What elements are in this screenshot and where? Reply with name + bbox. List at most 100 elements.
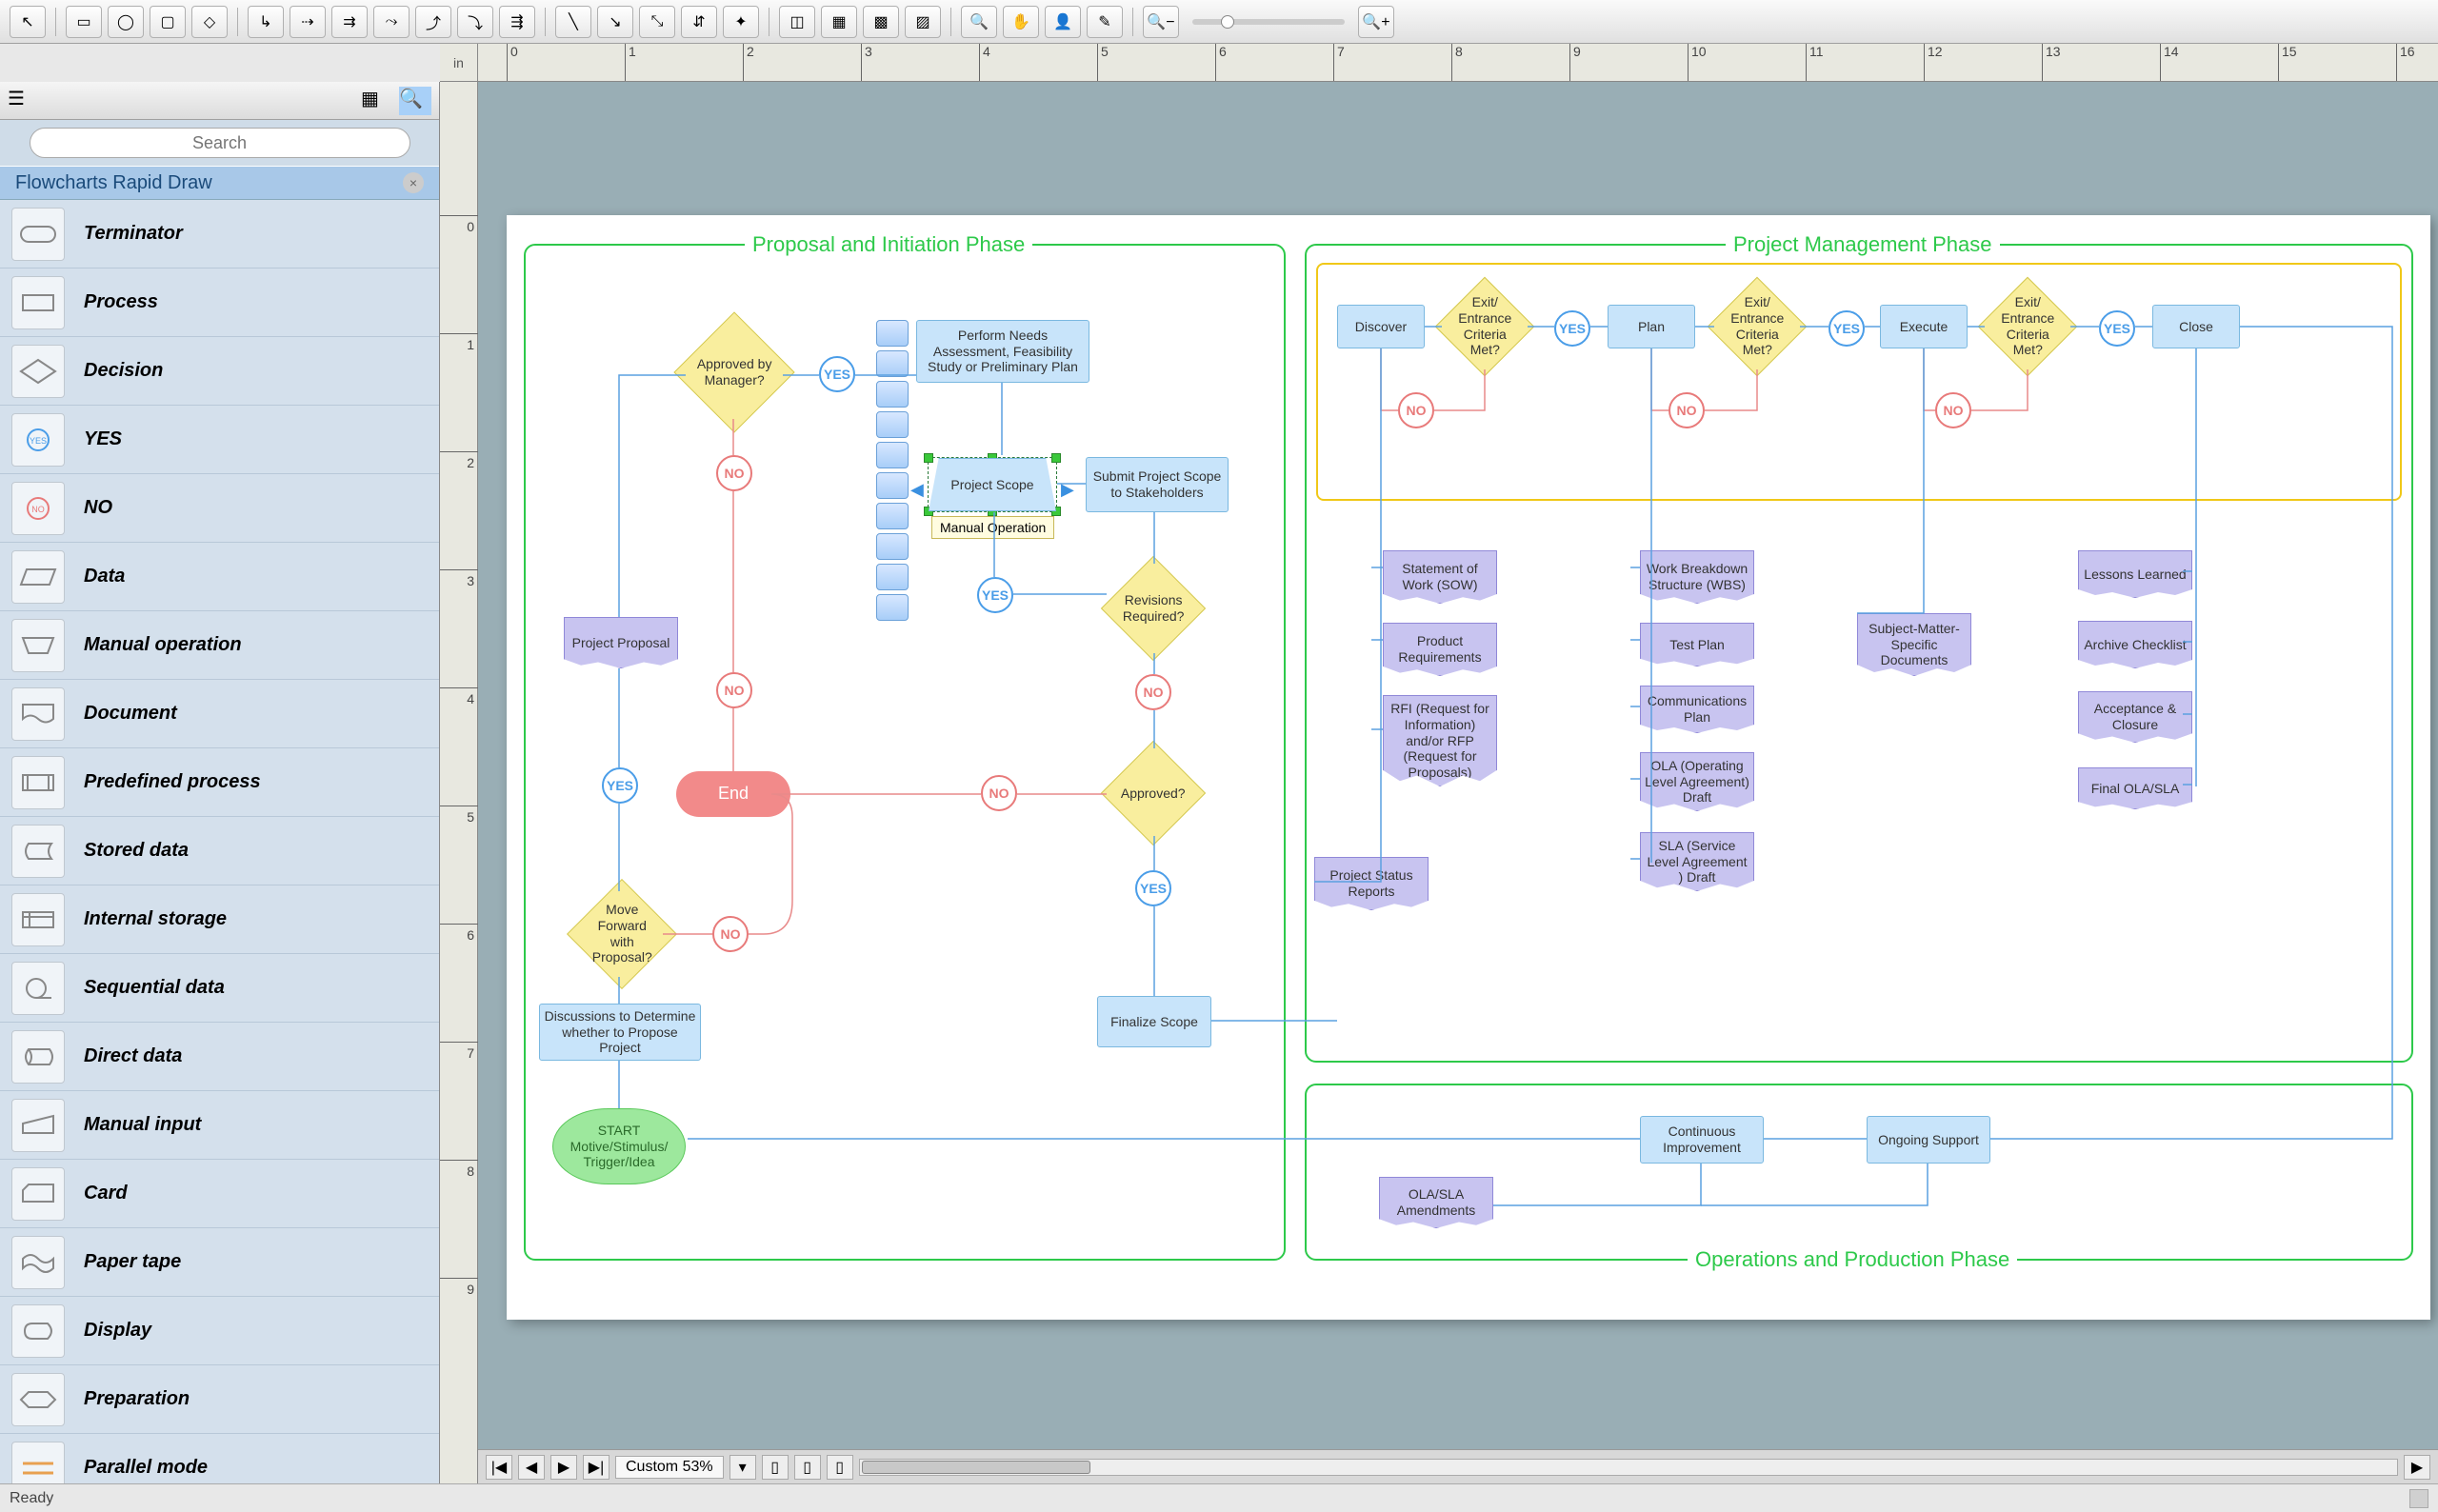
doc-rfi[interactable]: RFI (Request for Information) and/or RFP… [1383,695,1497,786]
node-end[interactable]: End [676,771,790,817]
shape-item[interactable]: Display [0,1297,439,1365]
ctx-shape-2-icon[interactable] [876,350,909,377]
zoom-tool-icon[interactable]: 🔍 [961,6,997,38]
doc-sow[interactable]: Statement of Work (SOW) [1383,550,1497,604]
scroll-last-icon[interactable]: ▶| [583,1455,610,1480]
shape-item[interactable]: Document [0,680,439,748]
shape-item[interactable]: Card [0,1160,439,1228]
scroll-prev-icon[interactable]: ◀ [518,1455,545,1480]
panel-search-icon[interactable]: 🔍 [399,87,431,115]
ctx-shape-10-icon[interactable] [876,594,909,621]
node-ongoing[interactable]: Ongoing Support [1867,1116,1990,1164]
zoom-out-icon[interactable]: 🔍− [1143,6,1179,38]
node-discover[interactable]: Discover [1337,305,1425,348]
shape-item[interactable]: Manual operation [0,611,439,680]
node-close[interactable]: Close [2152,305,2240,348]
ellipse-tool-icon[interactable]: ◯ [108,6,144,38]
shape-item[interactable]: Preparation [0,1365,439,1434]
connector-tool-7-icon[interactable]: ⇶ [499,6,535,38]
scroll-right-icon[interactable]: ▶ [2404,1455,2430,1480]
doc-projprop[interactable]: Project Proposal [564,617,678,668]
node-finalize[interactable]: Finalize Scope [1097,996,1211,1047]
search-input[interactable] [30,128,410,158]
shape-item[interactable]: Data [0,543,439,611]
ctx-shape-6-icon[interactable] [876,472,909,499]
group-tool-1-icon[interactable]: ◫ [779,6,815,38]
ctx-shape-3-icon[interactable] [876,381,909,408]
eyedropper-tool-icon[interactable]: ✎ [1087,6,1123,38]
doc-olasla[interactable]: OLA/SLA Amendments [1379,1177,1493,1228]
close-icon[interactable]: × [403,172,424,193]
shape-item[interactable]: Direct data [0,1023,439,1091]
hscroll-track[interactable] [859,1459,2398,1476]
shape-item[interactable]: Terminator [0,200,439,269]
shape-item[interactable]: YESYES [0,406,439,474]
ctx-shape-9-icon[interactable] [876,564,909,590]
ctx-shape-8-icon[interactable] [876,533,909,560]
group-tool-4-icon[interactable]: ▨ [905,6,941,38]
line-tool-2-icon[interactable]: ↘ [597,6,633,38]
shape-item[interactable]: NONO [0,474,439,543]
doc-testplan[interactable]: Test Plan [1640,623,1754,666]
shape-item[interactable]: Predefined process [0,748,439,817]
node-start[interactable]: START Motive/Stimulus/ Trigger/Idea [552,1108,686,1184]
connector-tool-3-icon[interactable]: ⇉ [331,6,368,38]
rounded-tool-icon[interactable]: ▢ [150,6,186,38]
doc-sme[interactable]: Subject-Matter-Specific Documents [1857,613,1971,676]
selected-node[interactable]: Project Scope [928,457,1057,512]
node-perform[interactable]: Perform Needs Assessment, Feasibility St… [916,320,1089,383]
panel-view-tree-icon[interactable]: ☰ [8,87,40,115]
tab-2[interactable]: ▯ [794,1455,821,1480]
ctx-shape-4-icon[interactable] [876,411,909,438]
doc-psr[interactable]: Project Status Reports [1314,857,1429,910]
ctx-shape-7-icon[interactable] [876,503,909,529]
doc-commplan[interactable]: Communications Plan [1640,686,1754,733]
line-tool-3-icon[interactable]: ⤡ [639,6,675,38]
panel-section-header[interactable]: Flowcharts Rapid Draw × [0,166,439,200]
pointer-tool-icon[interactable]: ↖ [10,6,46,38]
doc-prodreq[interactable]: Product Requirements [1383,623,1497,676]
connector-tool-6-icon[interactable]: ⤵ [457,6,493,38]
node-plan[interactable]: Plan [1608,305,1695,348]
zoom-dropdown-icon[interactable]: ▾ [729,1455,756,1480]
line-tool-5-icon[interactable]: ✦ [723,6,759,38]
zoom-level[interactable]: Custom 53% [615,1456,724,1479]
line-tool-4-icon[interactable]: ⇵ [681,6,717,38]
shape-item[interactable]: Sequential data [0,954,439,1023]
connector-tool-1-icon[interactable]: ↳ [248,6,284,38]
ctx-shape-1-icon[interactable] [876,320,909,347]
doc-accept[interactable]: Acceptance & Closure [2078,691,2192,743]
doc-lessons[interactable]: Lessons Learned [2078,550,2192,598]
rect-tool-icon[interactable]: ▭ [66,6,102,38]
doc-sla[interactable]: SLA (Service Level Agreement ) Draft [1640,832,1754,891]
tab-3[interactable]: ▯ [827,1455,853,1480]
page[interactable]: Proposal and Initiation Phase Project Ma… [507,215,2430,1320]
group-tool-3-icon[interactable]: ▩ [863,6,899,38]
canvas[interactable]: Proposal and Initiation Phase Project Ma… [478,82,2438,1449]
node-contimprov[interactable]: Continuous Improvement [1640,1116,1764,1164]
doc-ola[interactable]: OLA (Operating Level Agreement) Draft [1640,752,1754,811]
selection-arrow-right-icon[interactable]: ▶ [1061,480,1074,500]
resize-grip-icon[interactable] [2409,1489,2428,1508]
connector-tool-4-icon[interactable]: ⤳ [373,6,410,38]
doc-wbs[interactable]: Work Breakdown Structure (WBS) [1640,550,1754,604]
scroll-next-icon[interactable]: ▶ [550,1455,577,1480]
node-discuss[interactable]: Discussions to Determine whether to Prop… [539,1004,701,1061]
actor-tool-icon[interactable]: 👤 [1045,6,1081,38]
doc-archive[interactable]: Archive Checklist [2078,621,2192,668]
zoom-in-icon[interactable]: 🔍+ [1358,6,1394,38]
shape-item[interactable]: Paper tape [0,1228,439,1297]
shape-item[interactable]: Manual input [0,1091,439,1160]
node-execute[interactable]: Execute [1880,305,1968,348]
tab-1[interactable]: ▯ [762,1455,789,1480]
shape-tool-icon[interactable]: ◇ [191,6,228,38]
scroll-first-icon[interactable]: |◀ [486,1455,512,1480]
shape-item[interactable]: Parallel mode [0,1434,439,1483]
line-tool-1-icon[interactable]: ╲ [555,6,591,38]
node-project-scope[interactable]: Project Scope [929,458,1056,511]
zoom-slider[interactable] [1192,19,1345,25]
connector-tool-2-icon[interactable]: ⇢ [290,6,326,38]
ctx-shape-5-icon[interactable] [876,442,909,468]
group-tool-2-icon[interactable]: ▦ [821,6,857,38]
node-submit[interactable]: Submit Project Scope to Stakeholders [1086,457,1229,512]
